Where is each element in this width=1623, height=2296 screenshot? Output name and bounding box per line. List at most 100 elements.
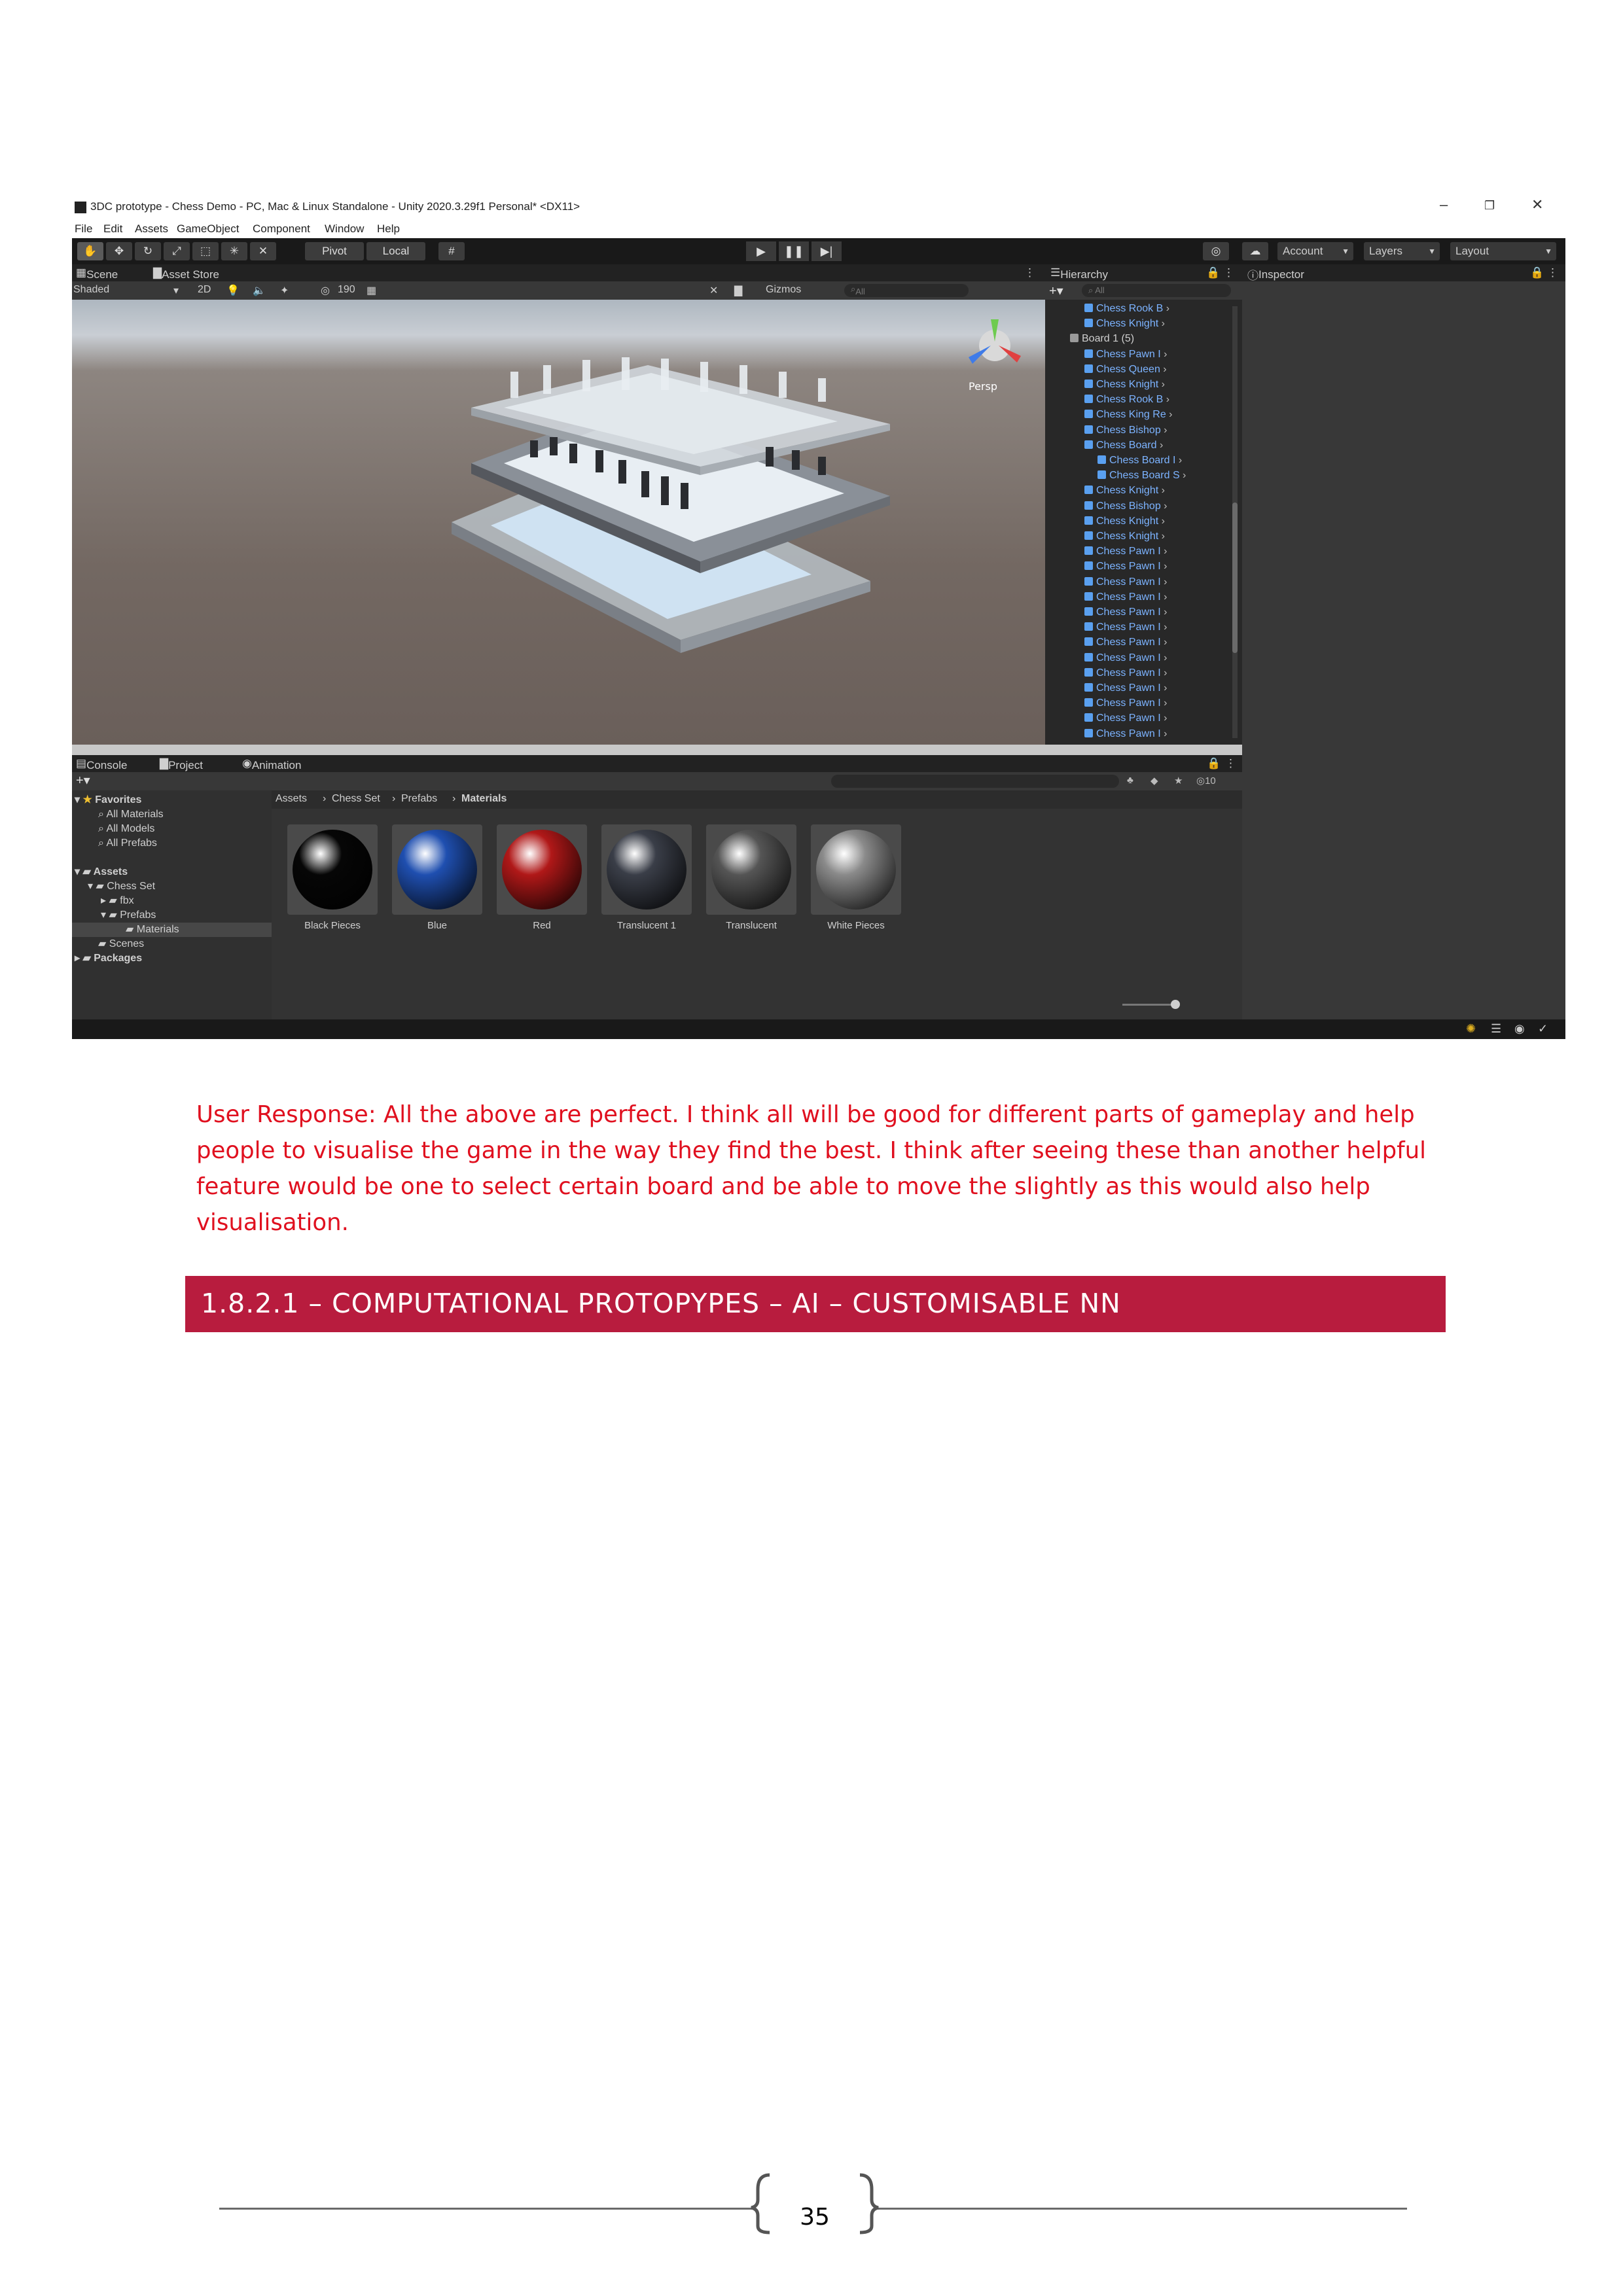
- hierarchy-item[interactable]: Chess Knight ›: [1084, 316, 1165, 331]
- cache-server-icon[interactable]: ☰: [1491, 1022, 1501, 1036]
- tab-console[interactable]: ▤ Console: [76, 757, 127, 771]
- hierarchy-item[interactable]: Chess Board S ›: [1097, 468, 1186, 483]
- material-asset[interactable]: Translucent 1: [601, 824, 692, 931]
- tree-all-models[interactable]: ⌕ All Models: [98, 822, 154, 836]
- chevron-right-icon[interactable]: ›: [1163, 394, 1169, 405]
- chevron-right-icon[interactable]: ›: [1161, 667, 1167, 679]
- hand-tool-icon[interactable]: ✋: [77, 242, 103, 260]
- tab-inspector[interactable]: ⓘ Inspector: [1247, 266, 1304, 283]
- tab-animation[interactable]: ◉ Animation: [242, 757, 301, 771]
- collab-icon[interactable]: ◎: [1203, 242, 1229, 260]
- chevron-right-icon[interactable]: ›: [1161, 546, 1167, 557]
- effects-icon[interactable]: ✦: [280, 284, 289, 297]
- shading-mode-dropdown[interactable]: Shaded: [73, 284, 109, 296]
- hierarchy-item[interactable]: Chess King Re ›: [1084, 407, 1173, 422]
- chevron-right-icon[interactable]: ›: [1161, 637, 1167, 648]
- hierarchy-item[interactable]: Chess Pawn I ›: [1084, 559, 1168, 574]
- chevron-right-icon[interactable]: ›: [1158, 485, 1165, 496]
- tab-project[interactable]: ▇ Project: [160, 757, 203, 771]
- more-options-icon[interactable]: ⋮: [1225, 757, 1236, 770]
- breadcrumb-assets[interactable]: Assets: [276, 793, 307, 805]
- chevron-right-icon[interactable]: ›: [1161, 592, 1167, 603]
- hierarchy-item[interactable]: Chess Queen ›: [1084, 362, 1167, 377]
- create-asset-icon[interactable]: +▾: [76, 772, 90, 788]
- tree-assets[interactable]: ▾ ▰ Assets: [75, 865, 128, 879]
- tree-all-prefabs[interactable]: ⌕ All Prefabs: [98, 836, 157, 851]
- breadcrumb-prefabs[interactable]: Prefabs: [401, 793, 437, 805]
- chevron-right-icon[interactable]: ›: [1161, 561, 1167, 572]
- hierarchy-item[interactable]: Chess Pawn I ›: [1084, 590, 1168, 605]
- tab-asset-store[interactable]: ▇ Asset Store: [153, 266, 219, 281]
- chevron-right-icon[interactable]: ›: [1158, 318, 1165, 329]
- hierarchy-item[interactable]: Chess Rook B ›: [1084, 392, 1169, 407]
- chevron-right-icon[interactable]: ›: [1161, 622, 1167, 633]
- close-icon[interactable]: ✕: [1531, 196, 1543, 213]
- tree-scenes[interactable]: ▰ Scenes: [98, 937, 144, 951]
- hierarchy-scroll-thumb[interactable]: [1232, 503, 1238, 653]
- lock-icon[interactable]: 🔒: [1207, 757, 1221, 770]
- scene-search-input[interactable]: ⌕ All: [844, 284, 969, 297]
- rect-tool-icon[interactable]: ⬚: [192, 242, 219, 260]
- eye-hidden-icon[interactable]: ◎: [321, 284, 330, 297]
- layers-dropdown[interactable]: Layers ▼: [1364, 242, 1440, 260]
- move-tool-icon[interactable]: ✥: [106, 242, 132, 260]
- chevron-right-icon[interactable]: ›: [1157, 440, 1163, 451]
- tree-all-materials[interactable]: ⌕ All Materials: [98, 807, 164, 822]
- more-options-icon[interactable]: ⋮: [1024, 266, 1035, 279]
- grid-snap-icon[interactable]: #: [438, 242, 465, 260]
- lock-icon[interactable]: 🔒: [1530, 266, 1544, 279]
- menu-edit[interactable]: Edit: [103, 222, 122, 236]
- chevron-right-icon[interactable]: ›: [1161, 728, 1167, 739]
- chevron-right-icon[interactable]: ›: [1161, 349, 1167, 360]
- hierarchy-item[interactable]: Chess Knight ›: [1084, 377, 1165, 392]
- project-search-input[interactable]: [831, 775, 1119, 788]
- lighting-icon[interactable]: 💡: [226, 284, 240, 297]
- chevron-right-icon[interactable]: ›: [1158, 531, 1165, 542]
- hierarchy-item[interactable]: Board 1 (5): [1070, 331, 1134, 346]
- menu-file[interactable]: File: [75, 222, 92, 236]
- breadcrumb-materials[interactable]: Materials: [461, 793, 507, 805]
- hierarchy-search-input[interactable]: ⌕ All: [1082, 284, 1231, 297]
- chevron-right-icon[interactable]: ›: [1175, 455, 1182, 466]
- hierarchy-item[interactable]: Chess Pawn I ›: [1084, 544, 1168, 559]
- hierarchy-item[interactable]: Chess Pawn I ›: [1084, 711, 1168, 726]
- pivot-toggle[interactable]: Pivot: [305, 242, 364, 260]
- favorite-star-icon[interactable]: ★: [1174, 775, 1183, 786]
- chevron-right-icon[interactable]: ›: [1161, 713, 1167, 724]
- hierarchy-item[interactable]: Chess Rook B ›: [1084, 301, 1169, 316]
- menu-gameobject[interactable]: GameObject: [177, 222, 239, 236]
- lighting-progress-icon[interactable]: ✺: [1466, 1022, 1476, 1036]
- chevron-right-icon[interactable]: ›: [1161, 501, 1167, 512]
- chevron-right-icon[interactable]: ›: [1158, 516, 1165, 527]
- check-icon[interactable]: ✓: [1538, 1022, 1548, 1036]
- breadcrumb-chess-set[interactable]: Chess Set: [332, 793, 380, 805]
- layout-dropdown[interactable]: Layout ▼: [1450, 242, 1556, 260]
- hierarchy-item[interactable]: Chess Pawn I ›: [1084, 605, 1168, 620]
- persp-label[interactable]: Persp: [969, 380, 997, 393]
- chevron-right-icon[interactable]: ›: [1161, 682, 1167, 694]
- hierarchy-item[interactable]: Chess Pawn I ›: [1084, 726, 1168, 741]
- hierarchy-item[interactable]: Chess Pawn I ›: [1084, 635, 1168, 650]
- minimize-icon[interactable]: –: [1440, 196, 1448, 213]
- add-object-icon[interactable]: +▾: [1049, 283, 1063, 299]
- lock-icon[interactable]: 🔒: [1206, 266, 1220, 279]
- chevron-right-icon[interactable]: ›: [1180, 470, 1186, 481]
- hierarchy-item[interactable]: Chess Pawn I ›: [1084, 696, 1168, 711]
- grid-icon[interactable]: ▦: [366, 284, 376, 297]
- tab-scene[interactable]: ▦ Scene: [76, 266, 118, 281]
- tree-materials[interactable]: ▰ Materials: [72, 923, 272, 937]
- chevron-right-icon[interactable]: ›: [1161, 698, 1167, 709]
- material-asset[interactable]: Red: [497, 824, 587, 931]
- transform-tool-icon[interactable]: ✳: [221, 242, 247, 260]
- scene-viewport[interactable]: Persp: [72, 300, 1045, 745]
- more-options-icon[interactable]: ⋮: [1547, 266, 1558, 279]
- step-icon[interactable]: ▶|: [812, 241, 842, 261]
- hierarchy-item[interactable]: Chess Bishop ›: [1084, 499, 1168, 514]
- tab-hierarchy[interactable]: ☰ Hierarchy: [1050, 266, 1108, 281]
- hierarchy-item[interactable]: Chess Board I ›: [1097, 453, 1182, 468]
- material-asset[interactable]: White Pieces: [811, 824, 901, 931]
- gizmos-dropdown[interactable]: Gizmos: [766, 284, 801, 296]
- rotate-tool-icon[interactable]: ↻: [135, 242, 161, 260]
- menu-help[interactable]: Help: [377, 222, 400, 236]
- chevron-right-icon[interactable]: ›: [1166, 409, 1172, 420]
